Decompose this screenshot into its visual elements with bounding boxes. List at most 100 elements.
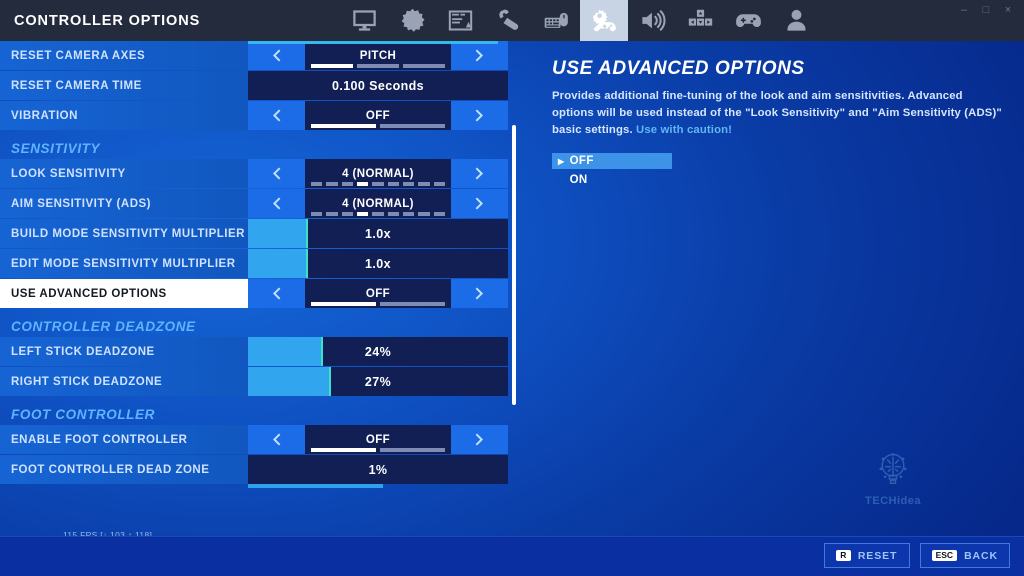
setting-value-box[interactable]: PITCH xyxy=(305,41,451,70)
segment-indicator xyxy=(311,448,445,452)
setting-control: OFF xyxy=(248,279,508,308)
nav-tab-audio[interactable] xyxy=(628,0,676,41)
setting-control[interactable]: 24% xyxy=(248,337,508,366)
watermark: TECHidea xyxy=(845,448,941,507)
setting-value: 1% xyxy=(368,462,388,477)
nav-tab-keybinds[interactable] xyxy=(676,0,724,41)
detail-panel: USE ADVANCED OPTIONS Provides additional… xyxy=(552,58,1002,191)
segment-indicator xyxy=(311,302,445,306)
setting-row-vibration[interactable]: VIBRATION OFF xyxy=(0,101,508,130)
segment-indicator xyxy=(311,182,445,186)
detail-option-off[interactable]: ▶ OFF xyxy=(552,153,672,170)
setting-label: RESET CAMERA AXES xyxy=(0,41,248,70)
setting-row-right-stick-deadzone[interactable]: RIGHT STICK DEADZONE 27% xyxy=(0,367,508,396)
nav-tab-video[interactable] xyxy=(340,0,388,41)
setting-control[interactable]: 1.0x xyxy=(248,249,508,278)
setting-label: VIBRATION xyxy=(0,101,248,130)
nav-tab-hud[interactable] xyxy=(436,0,484,41)
nav-tab-touch[interactable] xyxy=(484,0,532,41)
setting-label: USE ADVANCED OPTIONS xyxy=(0,279,248,308)
increment-arrow-icon[interactable] xyxy=(451,101,508,130)
detail-description-text: Provides additional fine-tuning of the l… xyxy=(552,90,1002,137)
settings-nav-tabs xyxy=(340,0,820,41)
lightbulb-gear-icon xyxy=(879,453,907,484)
setting-row-build-mode-sensitivity-multiplier[interactable]: BUILD MODE SENSITIVITY MULTIPLIER 1.0x xyxy=(0,219,508,248)
setting-value-box[interactable]: 4 (NORMAL) xyxy=(305,159,451,188)
setting-control: PITCH xyxy=(248,41,508,70)
setting-row-look-sensitivity[interactable]: LOOK SENSITIVITY 4 (NORMAL) xyxy=(0,159,508,188)
setting-control: 4 (NORMAL) xyxy=(248,159,508,188)
back-button[interactable]: ESC BACK xyxy=(919,543,1010,568)
slider-fill[interactable] xyxy=(248,219,308,248)
setting-row-reset-camera-axes[interactable]: RESET CAMERA AXES PITCH xyxy=(0,41,508,70)
setting-label: AIM SENSITIVITY (ADS) xyxy=(0,189,248,218)
increment-arrow-icon[interactable] xyxy=(451,279,508,308)
segment-indicator xyxy=(311,212,445,216)
setting-row-left-stick-deadzone[interactable]: LEFT STICK DEADZONE 24% xyxy=(0,337,508,366)
setting-value-box[interactable]: OFF xyxy=(305,101,451,130)
decrement-arrow-icon[interactable] xyxy=(248,159,305,188)
section-header-controller-deadzone: CONTROLLER DEADZONE xyxy=(11,319,196,334)
segment-indicator xyxy=(311,124,445,128)
settings-list: RESET CAMERA AXES PITCH RESET CAMERA TIM… xyxy=(0,41,508,536)
increment-arrow-icon[interactable] xyxy=(451,41,508,70)
nav-tab-game[interactable] xyxy=(388,0,436,41)
nav-tab-controller-options[interactable] xyxy=(580,0,628,41)
minimize-button[interactable]: – xyxy=(954,1,974,19)
detail-title: USE ADVANCED OPTIONS xyxy=(552,58,805,79)
setting-value: 4 (NORMAL) xyxy=(342,167,414,180)
setting-value-box[interactable]: OFF xyxy=(305,425,451,454)
decrement-arrow-icon[interactable] xyxy=(248,101,305,130)
page-title: CONTROLLER OPTIONS xyxy=(14,12,201,29)
setting-value: 1.0x xyxy=(365,256,391,271)
setting-label: RESET CAMERA TIME xyxy=(0,71,248,100)
segment-indicator xyxy=(311,64,445,68)
setting-value-box[interactable]: 4 (NORMAL) xyxy=(305,189,451,218)
fortnite-settings-screen: CONTROLLER OPTIONS – □ × RESET CAMERA AX… xyxy=(0,0,1024,576)
decrement-arrow-icon[interactable] xyxy=(248,189,305,218)
slider-fill[interactable] xyxy=(248,249,308,278)
setting-row-aim-sensitivity-ads[interactable]: AIM SENSITIVITY (ADS) 4 (NORMAL) xyxy=(0,189,508,218)
slider-fill[interactable] xyxy=(248,337,324,366)
detail-caution-text: Use with caution! xyxy=(636,124,733,137)
setting-row-foot-controller-dead-zone[interactable]: FOOT CONTROLLER DEAD ZONE 1% xyxy=(0,455,508,488)
back-key-cap: ESC xyxy=(931,549,958,562)
settings-scrollbar[interactable] xyxy=(512,41,516,536)
setting-control[interactable]: 1% xyxy=(248,455,508,488)
slider-fill[interactable] xyxy=(248,367,332,396)
maximize-button[interactable]: □ xyxy=(976,1,996,19)
increment-arrow-icon[interactable] xyxy=(451,189,508,218)
setting-value-box[interactable]: 1% xyxy=(248,455,508,484)
setting-label: LEFT STICK DEADZONE xyxy=(0,337,248,366)
decrement-arrow-icon[interactable] xyxy=(248,279,305,308)
setting-label: BUILD MODE SENSITIVITY MULTIPLIER xyxy=(0,219,248,248)
setting-row-edit-mode-sensitivity-multiplier[interactable]: EDIT MODE SENSITIVITY MULTIPLIER 1.0x xyxy=(0,249,508,278)
detail-option-label: ON xyxy=(569,174,588,187)
nav-tab-keyboard-mouse[interactable] xyxy=(532,0,580,41)
setting-label: RIGHT STICK DEADZONE xyxy=(0,367,248,396)
nav-tab-gamepad[interactable] xyxy=(724,0,772,41)
setting-row-reset-camera-time[interactable]: RESET CAMERA TIME 0.100 Seconds xyxy=(0,71,508,100)
setting-control[interactable]: 27% xyxy=(248,367,508,396)
section-header-foot-controller: FOOT CONTROLLER xyxy=(11,407,155,422)
decrement-arrow-icon[interactable] xyxy=(248,425,305,454)
setting-value-box[interactable]: OFF xyxy=(305,279,451,308)
setting-value-box[interactable]: 0.100 Seconds xyxy=(248,71,508,100)
setting-row-enable-foot-controller[interactable]: ENABLE FOOT CONTROLLER OFF xyxy=(0,425,508,454)
detail-option-on[interactable]: ▶ ON xyxy=(552,172,672,188)
decrement-arrow-icon[interactable] xyxy=(248,41,305,70)
scrollbar-thumb[interactable] xyxy=(512,125,516,405)
setting-control[interactable]: 1.0x xyxy=(248,219,508,248)
setting-value: PITCH xyxy=(359,49,397,62)
increment-arrow-icon[interactable] xyxy=(451,425,508,454)
nav-tab-account[interactable] xyxy=(772,0,820,41)
close-button[interactable]: × xyxy=(998,1,1018,19)
section-header-sensitivity: SENSITIVITY xyxy=(11,141,101,156)
setting-control: 0.100 Seconds xyxy=(248,71,508,100)
setting-value: 24% xyxy=(364,344,392,359)
increment-arrow-icon[interactable] xyxy=(451,159,508,188)
reset-button[interactable]: R RESET xyxy=(823,543,910,568)
watermark-text: TECHidea xyxy=(865,495,921,507)
column-accent-line xyxy=(248,41,498,44)
setting-row-use-advanced-options[interactable]: USE ADVANCED OPTIONS OFF xyxy=(0,279,508,308)
